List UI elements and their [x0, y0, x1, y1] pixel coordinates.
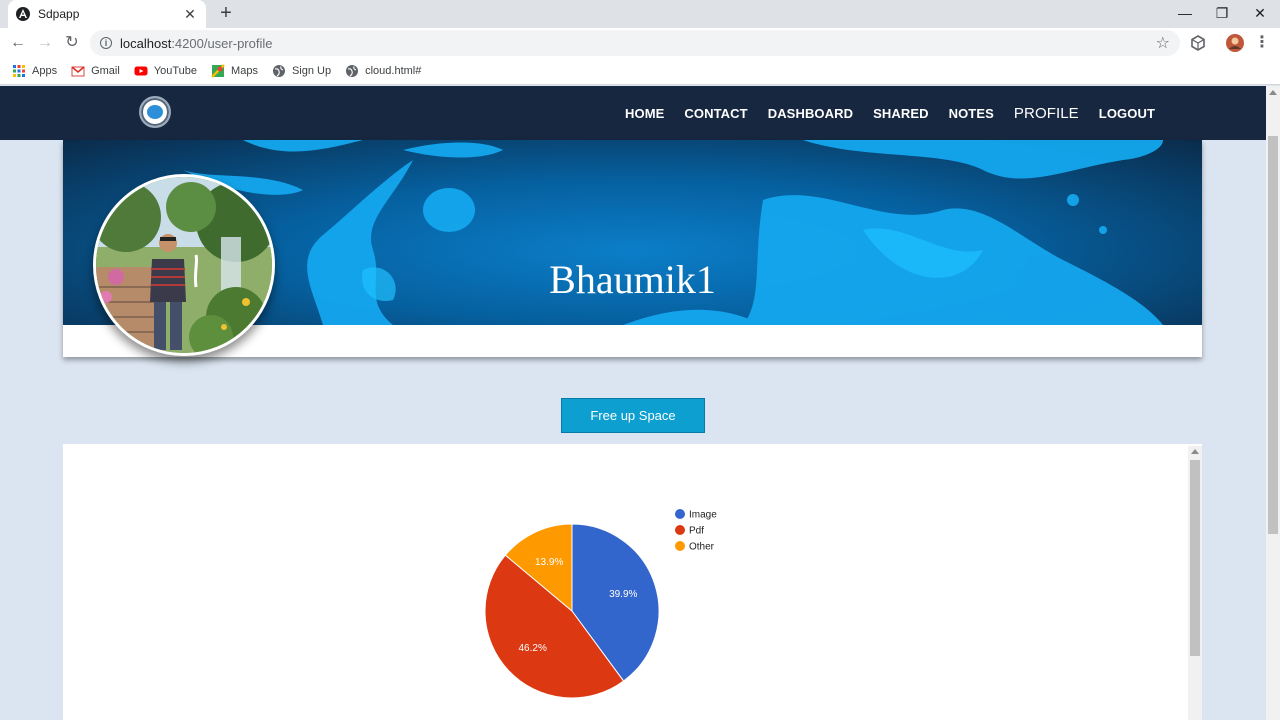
bookmark-gmail[interactable]: Gmail: [71, 64, 120, 78]
globe-icon: [346, 65, 359, 77]
page-scrollbar-thumb[interactable]: [1268, 136, 1278, 534]
pie-slice-label: 39.9%: [609, 589, 637, 600]
restore-button[interactable]: ❐: [1203, 0, 1241, 28]
nav-profile[interactable]: PROFILE: [1014, 105, 1079, 122]
bookmark-label: Apps: [32, 65, 58, 77]
bookmark-star-icon[interactable]: ☆: [1156, 33, 1170, 53]
chart-panel-scrollbar[interactable]: [1188, 446, 1202, 720]
browser-tabstrip: Sdpapp ✕ + — ❐ ✕: [0, 0, 1280, 28]
logo-mark: [147, 105, 163, 119]
bookmark-cloud[interactable]: cloud.html#: [345, 64, 421, 78]
pie-slice-label: 46.2%: [518, 643, 546, 654]
address-bar[interactable]: i localhost:4200/user-profile ☆: [90, 30, 1180, 56]
profile-avatar-icon[interactable]: [1225, 33, 1245, 53]
legend-label-image[interactable]: Image: [689, 510, 717, 521]
bookmark-sign-up[interactable]: Sign Up: [272, 64, 331, 78]
reload-button[interactable]: ↻: [62, 33, 82, 53]
free-up-space-button[interactable]: Free up Space: [561, 398, 705, 433]
storage-chart-panel: 39.9% 46.2% 13.9% Image Pdf Other: [63, 444, 1202, 720]
legend-marker: [675, 509, 685, 519]
bookmark-label: Gmail: [91, 65, 120, 77]
minimize-button[interactable]: —: [1166, 0, 1204, 28]
scrollbar-thumb[interactable]: [1190, 460, 1200, 656]
tab-close-icon[interactable]: ✕: [182, 6, 198, 23]
youtube-icon: [134, 66, 148, 76]
bookmark-maps[interactable]: Maps: [211, 64, 258, 78]
bookmark-apps[interactable]: Apps: [12, 64, 57, 78]
gmail-icon: [71, 66, 85, 77]
avatar-photo: [96, 177, 272, 353]
browser-toolbar: ← → ↻ i localhost:4200/user-profile ☆ ⋮: [0, 28, 1280, 58]
new-tab-button[interactable]: +: [216, 3, 236, 24]
bookmark-label: Sign Up: [291, 65, 332, 77]
page-scrollbar[interactable]: [1266, 86, 1280, 720]
nav-notes[interactable]: NOTES: [949, 106, 994, 121]
browser-tab[interactable]: Sdpapp ✕: [8, 0, 206, 28]
nav-links: HOME CONTACT DASHBOARD SHARED NOTES PROF…: [615, 86, 1165, 140]
legend-label-other[interactable]: Other: [689, 542, 715, 553]
extension-icon[interactable]: [1188, 33, 1208, 53]
url-path: :4200/user-profile: [171, 35, 273, 51]
profile-avatar[interactable]: [93, 174, 275, 356]
angular-favicon-icon: [16, 7, 30, 21]
bookmark-youtube[interactable]: YouTube: [134, 64, 197, 78]
bookmark-label: cloud.html#: [365, 65, 422, 77]
bookmark-label: Maps: [231, 65, 258, 77]
pie-slice-label: 13.9%: [535, 557, 563, 568]
legend-marker: [675, 541, 685, 551]
forward-button[interactable]: →: [35, 33, 55, 53]
tab-title: Sdpapp: [38, 7, 80, 21]
storage-pie-chart: 39.9% 46.2% 13.9% Image Pdf Other: [484, 509, 717, 699]
close-window-button[interactable]: ✕: [1241, 0, 1279, 28]
nav-home[interactable]: HOME: [625, 106, 664, 121]
maps-icon: [211, 64, 225, 78]
nav-dashboard[interactable]: DASHBOARD: [768, 106, 853, 121]
legend-label-pdf[interactable]: Pdf: [689, 526, 704, 537]
globe-icon: [272, 65, 285, 77]
url-host: localhost: [120, 35, 172, 51]
legend-marker: [675, 525, 685, 535]
nav-logout[interactable]: LOGOUT: [1099, 106, 1155, 121]
scroll-up-arrow-icon[interactable]: [1191, 449, 1199, 454]
bookmarks-bar: Apps Gmail YouTube Maps Sign Up cloud.ht…: [0, 58, 1280, 85]
bookmark-label: YouTube: [153, 65, 198, 77]
apps-grid-icon: [13, 65, 25, 77]
site-info-icon[interactable]: i: [100, 37, 112, 49]
back-button[interactable]: ←: [8, 33, 28, 53]
browser-menu-icon[interactable]: ⋮: [1254, 33, 1270, 53]
app-logo[interactable]: [139, 96, 171, 128]
nav-contact[interactable]: CONTACT: [684, 106, 747, 121]
nav-shared[interactable]: SHARED: [873, 106, 929, 121]
page-scroll-up-arrow-icon[interactable]: [1269, 90, 1277, 95]
